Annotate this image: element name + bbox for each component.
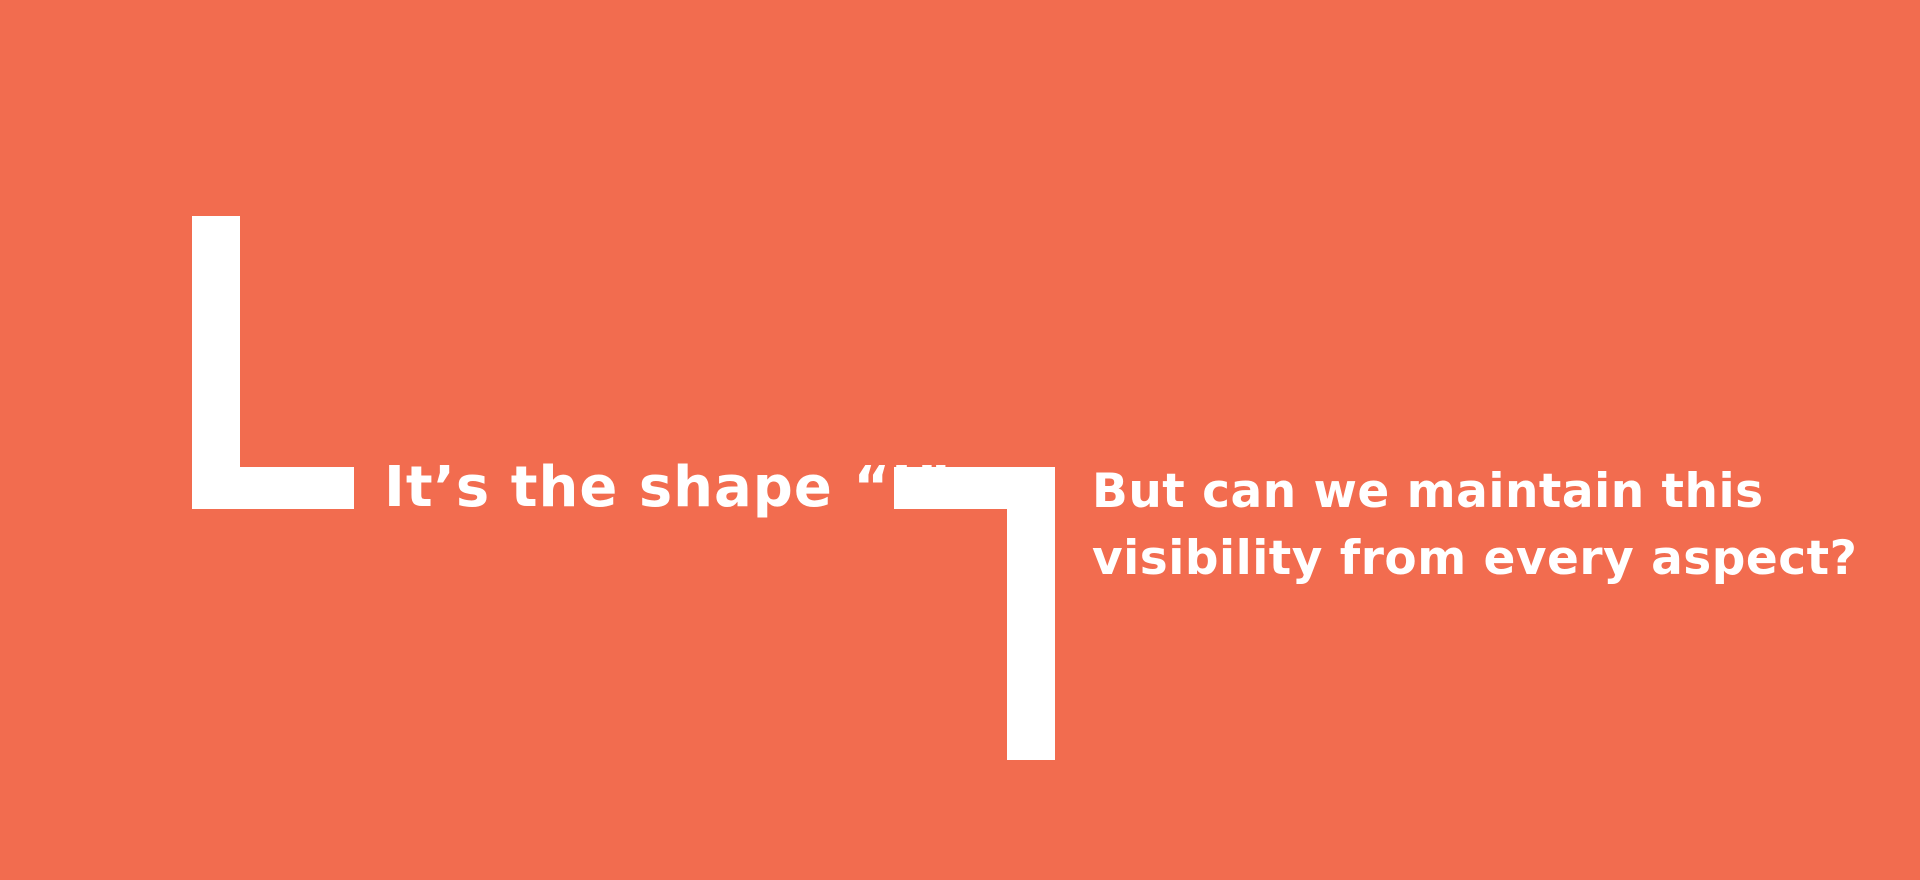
question-line-1: But can we maintain this: [1092, 464, 1764, 519]
question-line-2: visibility from every aspect?: [1092, 531, 1858, 586]
question-caption: But can we maintain this visibility from…: [1092, 458, 1857, 592]
shape-caption: It’s the shape “L”: [384, 455, 953, 520]
slide: It’s the shape “L” But can we maintain t…: [0, 0, 1920, 880]
l-shapes-graphic: [192, 216, 1055, 760]
l-shape: [192, 216, 354, 509]
